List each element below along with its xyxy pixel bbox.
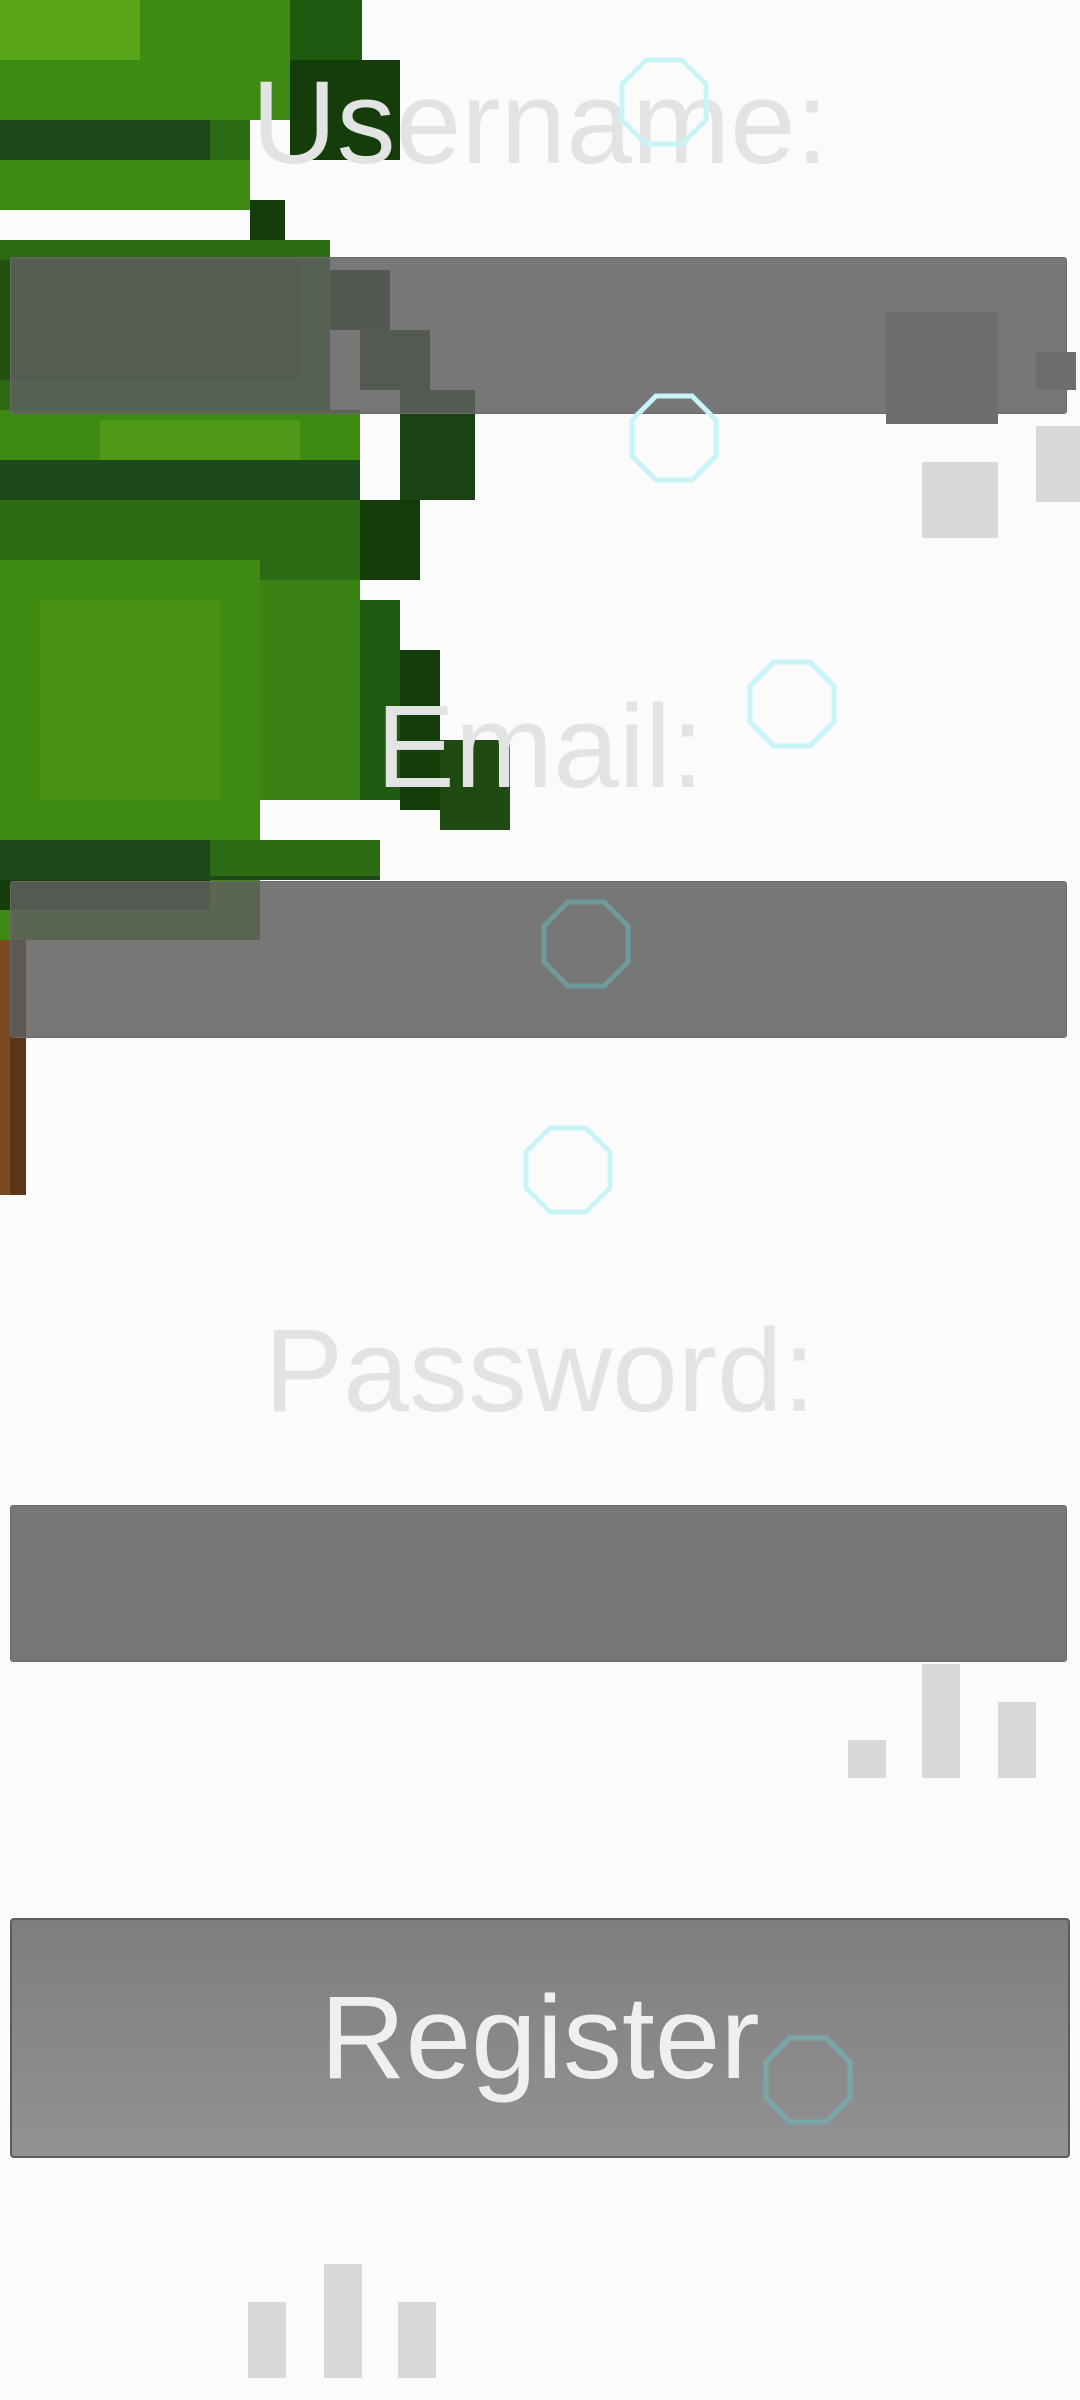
bubble-icon — [763, 2035, 853, 2125]
bubble-icon — [747, 659, 837, 749]
email-input[interactable] — [10, 881, 1067, 1038]
email-label: Email: — [376, 681, 704, 813]
signal-bars-icon — [248, 2264, 436, 2378]
background-block — [1036, 426, 1080, 502]
register-button[interactable]: Register — [10, 1918, 1070, 2158]
signal-bars-icon — [848, 1664, 1036, 1778]
username-label: Username: — [251, 57, 829, 189]
password-label: Password: — [264, 1305, 816, 1437]
background-block — [1036, 352, 1076, 390]
password-input[interactable] — [10, 1505, 1067, 1662]
bubble-icon — [619, 57, 709, 147]
bubble-icon — [629, 393, 719, 483]
bubble-icon — [523, 1125, 613, 1215]
background-block — [886, 312, 998, 424]
background-block — [922, 462, 998, 538]
game-scene: Username: Email: Password: Register — [0, 0, 1080, 2400]
bubble-icon — [541, 899, 631, 989]
